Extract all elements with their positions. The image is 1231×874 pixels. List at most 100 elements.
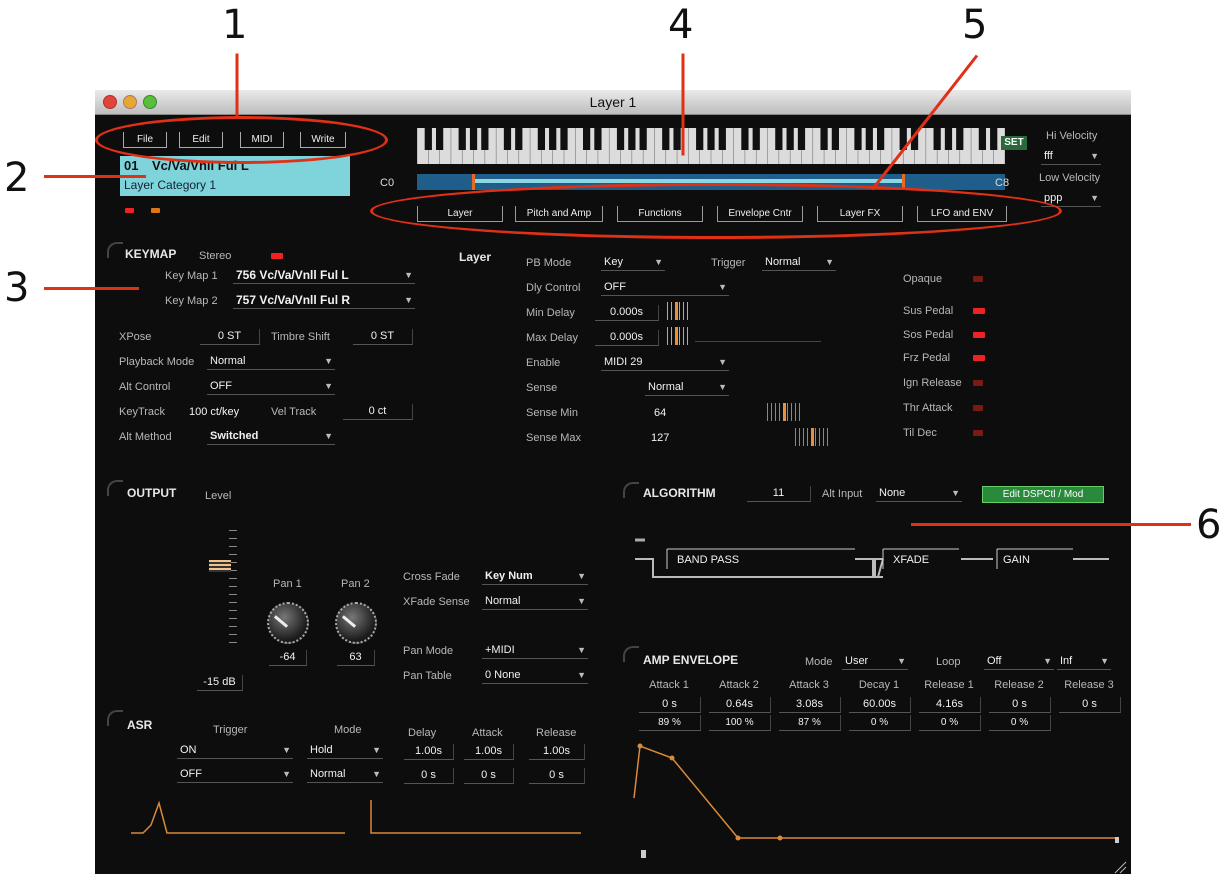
black-key <box>775 128 783 150</box>
toggle-ign-release[interactable] <box>973 380 983 386</box>
keymap2-select[interactable]: 757 Vc/Va/Vnll Ful R ▼ <box>233 292 415 309</box>
env-level-field[interactable]: 0 % <box>849 715 911 731</box>
xpose-field[interactable]: 0 ST <box>200 329 260 345</box>
alt-control-select[interactable]: OFF ▼ <box>207 378 335 395</box>
env-column-label: Release 1 <box>924 679 974 691</box>
trigger-select[interactable]: Normal ▼ <box>762 254 836 271</box>
envelope-end-marker[interactable] <box>1115 837 1119 843</box>
envelope-scroll-handle[interactable] <box>641 850 646 858</box>
pan-table-select[interactable]: 0 None ▼ <box>482 667 588 684</box>
asr2-trigger-select[interactable]: OFF ▼ <box>177 766 293 783</box>
level-label: Level <box>205 490 232 502</box>
hi-velocity-select[interactable]: fff ▼ <box>1041 148 1101 165</box>
keymap2-label: Key Map 2 <box>165 295 218 307</box>
max-delay-slider-thumb[interactable] <box>675 327 678 345</box>
asr2-delay-field[interactable]: 0 s <box>404 768 454 784</box>
keytrack-value[interactable]: 100 ct/key <box>189 406 239 418</box>
black-key <box>673 128 681 150</box>
toggle-sos-pedal[interactable] <box>973 332 985 338</box>
sense-select[interactable]: Normal ▼ <box>645 379 729 396</box>
layer-header: Layer <box>459 250 492 264</box>
amp-loop-count-select[interactable]: Inf ▼ <box>1057 653 1111 670</box>
pan2-knob[interactable] <box>335 602 377 644</box>
env-time-field[interactable]: 0 s <box>989 697 1051 713</box>
asr1-release-field[interactable]: 1.00s <box>529 744 585 760</box>
algorithm-number-field[interactable]: 11 <box>747 486 811 502</box>
black-key <box>594 128 602 150</box>
toggle-label-til-dec: Til Dec <box>903 427 937 439</box>
env-level-field[interactable]: 89 % <box>639 715 701 731</box>
toggle-sus-pedal[interactable] <box>973 308 985 314</box>
asr1-trigger-select[interactable]: ON ▼ <box>177 742 293 759</box>
min-delay-slider-thumb[interactable] <box>675 302 678 320</box>
env-time-field[interactable]: 0 s <box>639 697 701 713</box>
env-level-field[interactable]: 100 % <box>709 715 771 731</box>
output-section-corner <box>107 480 123 496</box>
env-level-field[interactable]: 0 % <box>919 715 981 731</box>
asr2-release-field[interactable]: 0 s <box>529 768 585 784</box>
edit-dspctl-mod-button[interactable]: Edit DSPCtl / Mod <box>982 486 1104 503</box>
sense-max-value[interactable]: 127 <box>651 432 669 444</box>
toggle-til-dec[interactable] <box>973 430 983 436</box>
black-key <box>515 128 523 150</box>
env-level-field[interactable]: 0 % <box>989 715 1051 731</box>
callout-1: 1 <box>222 2 248 48</box>
min-delay-slider[interactable] <box>667 302 691 320</box>
black-key <box>537 128 546 150</box>
pan2-value[interactable]: 63 <box>337 650 375 666</box>
playback-mode-select[interactable]: Normal ▼ <box>207 353 335 370</box>
min-delay-field[interactable]: 0.000s <box>595 305 659 321</box>
toggle-frz-pedal[interactable] <box>973 355 985 361</box>
asr1-delay-field[interactable]: 1.00s <box>404 744 454 760</box>
amp-loop-select[interactable]: Off ▼ <box>984 653 1054 670</box>
xfade-sense-select[interactable]: Normal ▼ <box>482 593 588 610</box>
resize-grip-icon[interactable] <box>1113 860 1127 874</box>
band-pass-block[interactable]: BAND PASS <box>677 554 739 566</box>
level-fader-thumb[interactable] <box>209 560 231 572</box>
alt-method-select[interactable]: Switched ▼ <box>207 428 335 445</box>
stereo-toggle[interactable] <box>271 253 283 259</box>
timbre-shift-field[interactable]: 0 ST <box>353 329 413 345</box>
env-time-field[interactable]: 3.08s <box>779 697 841 713</box>
toggle-label-sus-pedal: Sus Pedal <box>903 305 954 317</box>
asr1-mode-select[interactable]: Hold ▼ <box>307 742 383 759</box>
enable-select[interactable]: MIDI 29 ▼ <box>601 354 729 371</box>
pan-mode-select[interactable]: +MIDI ▼ <box>482 642 588 659</box>
sense-min-slider-thumb[interactable] <box>783 403 786 421</box>
toggle-opaque[interactable] <box>973 276 983 282</box>
black-key <box>786 128 794 150</box>
cross-fade-select[interactable]: Key Num ▼ <box>482 568 588 585</box>
max-delay-divider <box>695 341 821 342</box>
sense-max-slider-thumb[interactable] <box>811 428 814 446</box>
dly-control-select[interactable]: OFF ▼ <box>601 279 729 296</box>
asr2-attack-field[interactable]: 0 s <box>464 768 514 784</box>
toggle-thr-attack[interactable] <box>973 405 983 411</box>
pb-mode-select[interactable]: Key ▼ <box>601 254 665 271</box>
vel-track-field[interactable]: 0 ct <box>343 404 413 420</box>
gain-block[interactable]: GAIN <box>1003 554 1030 566</box>
env-level-field[interactable]: 87 % <box>779 715 841 731</box>
pan1-value[interactable]: -64 <box>269 650 307 666</box>
asr2-mode-select[interactable]: Normal ▼ <box>307 766 383 783</box>
amp-envelope-graph[interactable] <box>632 738 1122 858</box>
env-time-field[interactable]: 0 s <box>1059 697 1121 713</box>
cross-fade-label: Cross Fade <box>403 571 460 583</box>
xfade-block[interactable]: XFADE <box>893 554 929 566</box>
keymap1-select[interactable]: 756 Vc/Va/Vnll Ful L ▼ <box>233 267 415 284</box>
max-delay-slider[interactable] <box>667 327 691 345</box>
pan1-knob[interactable] <box>267 602 309 644</box>
env-column-label: Attack 2 <box>719 679 759 691</box>
asr1-attack-field[interactable]: 1.00s <box>464 744 514 760</box>
level-fader-track[interactable] <box>229 530 237 650</box>
alt-input-select[interactable]: None ▼ <box>876 485 962 502</box>
algorithm-header: ALGORITHM <box>643 486 716 500</box>
keymap-section-corner <box>107 242 123 258</box>
amp-mode-select[interactable]: User ▼ <box>842 653 908 670</box>
sense-min-value[interactable]: 64 <box>654 407 666 419</box>
set-button[interactable]: SET <box>1001 136 1027 150</box>
max-delay-field[interactable]: 0.000s <box>595 330 659 346</box>
env-time-field[interactable]: 60.00s <box>849 697 911 713</box>
env-time-field[interactable]: 4.16s <box>919 697 981 713</box>
level-value[interactable]: -15 dB <box>197 675 243 691</box>
env-time-field[interactable]: 0.64s <box>709 697 771 713</box>
